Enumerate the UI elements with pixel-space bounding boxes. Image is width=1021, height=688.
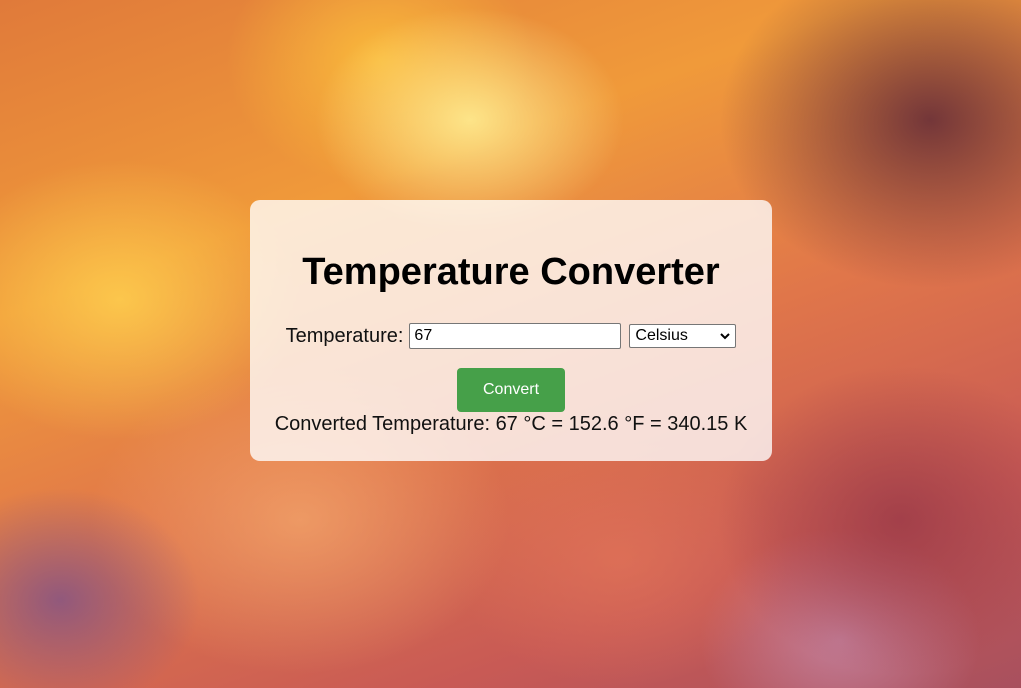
converted-result: Converted Temperature: 67 °C = 152.6 °F … (274, 413, 748, 435)
temperature-input[interactable] (409, 323, 622, 349)
convert-button[interactable]: Convert (457, 368, 565, 412)
unit-select-value: Celsius (635, 327, 688, 344)
temperature-label: Temperature: (285, 324, 404, 347)
converter-card: Temperature Converter Temperature: Celsi… (250, 200, 772, 461)
unit-select[interactable]: Celsius (629, 324, 737, 348)
chevron-down-icon (720, 333, 731, 340)
temperature-row: Temperature: Celsius (250, 322, 772, 350)
page-title: Temperature Converter (302, 251, 720, 293)
